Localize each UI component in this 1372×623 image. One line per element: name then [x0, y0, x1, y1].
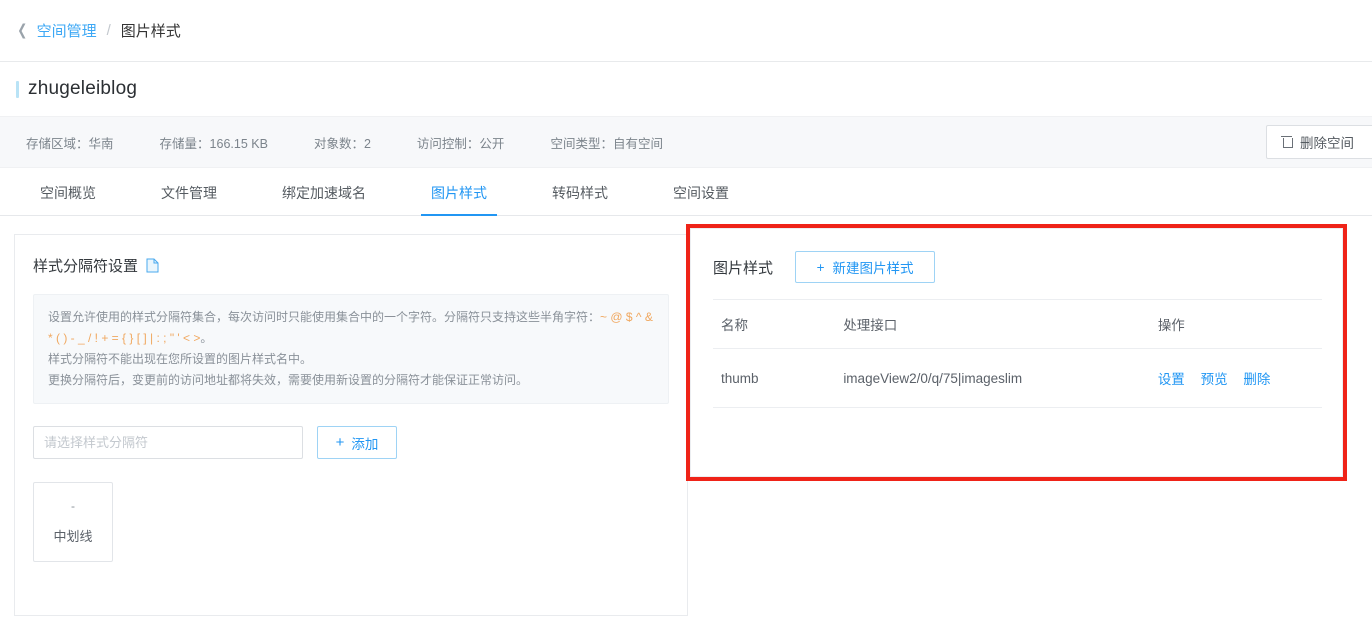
new-image-style-button[interactable]: + 新建图片样式	[795, 251, 936, 283]
image-style-highlight-box: 图片样式 + 新建图片样式 名称 处理接口 操作 thumb imageView…	[686, 224, 1347, 481]
table-head: 名称 处理接口 操作	[713, 299, 1322, 349]
info-value-region: 华南	[88, 136, 114, 151]
page-title: zhugeleiblog	[28, 78, 138, 99]
separator-panel-header: 样式分隔符设置	[33, 255, 669, 276]
info-label-access: 访问控制：	[416, 136, 480, 151]
info-item-region: 存储区域：华南	[26, 133, 114, 152]
image-style-title: 图片样式	[713, 259, 774, 277]
separator-chip-name: 中划线	[53, 528, 93, 544]
info-label-region: 存储区域：	[26, 136, 89, 151]
notice-line-2: * ( ) - _ / ! + = { } [ ] | : ; " ' < >。	[48, 328, 654, 349]
notice-line-1: 设置允许使用的样式分隔符集合，每次访问时只能使用集合中的一个字符。分隔符只支持这…	[48, 307, 654, 328]
separator-notice: 设置允许使用的样式分隔符集合，每次访问时只能使用集合中的一个字符。分隔符只支持这…	[33, 294, 669, 404]
plus-icon: +	[816, 259, 825, 275]
table-row: thumb imageView2/0/q/75|imageslim 设置 预览 …	[713, 348, 1322, 408]
info-label-storage: 存储量：	[159, 136, 210, 151]
info-value-storage: 166.15 KB	[209, 136, 268, 151]
separator-input-row: + 添加	[33, 426, 669, 459]
tab-overview-label: 空间概览	[40, 185, 96, 201]
notice-line-3: 样式分隔符不能出现在您所设置的图片样式名中。	[48, 352, 313, 366]
chevron-left-icon[interactable]: ❮	[17, 23, 27, 38]
bucket-title-row: zhugeleiblog	[0, 62, 1372, 116]
tab-image-style-label: 图片样式	[431, 185, 487, 201]
breadcrumb: ❮ 空间管理 / 图片样式	[0, 0, 1372, 62]
tab-settings[interactable]: 空间设置	[653, 183, 749, 215]
add-separator-button[interactable]: + 添加	[317, 426, 397, 459]
tab-image-style[interactable]: 图片样式	[411, 183, 507, 216]
table-header-row: 名称 处理接口 操作	[713, 299, 1322, 349]
tab-overview[interactable]: 空间概览	[20, 183, 116, 215]
delete-space-label: 删除空间	[1300, 136, 1354, 151]
separator-settings-panel: 样式分隔符设置 设置允许使用的样式分隔符集合，每次访问时只能使用集合中的一个字符…	[14, 234, 688, 616]
separator-chip-dash[interactable]: - 中划线	[33, 482, 113, 562]
info-value-objects: 2	[363, 136, 371, 151]
plus-icon: +	[335, 434, 345, 451]
table-body: thumb imageView2/0/q/75|imageslim 设置 预览 …	[713, 348, 1322, 408]
image-style-panel-header: 图片样式 + 新建图片样式	[713, 245, 1322, 289]
column-header-actions: 操作	[1157, 299, 1322, 349]
new-image-style-label: 新建图片样式	[832, 261, 914, 276]
image-style-table: 名称 处理接口 操作 thumb imageView2/0/q/75|image…	[713, 299, 1322, 408]
info-item-objects: 对象数：2	[314, 133, 371, 152]
notice-line-4: 更换分隔符后，变更前的访问地址都将失效，需要使用新设置的分隔符才能保证正常访问。	[48, 373, 529, 387]
image-style-panel: 图片样式 + 新建图片样式 名称 处理接口 操作 thumb imageView…	[690, 228, 1343, 477]
document-icon[interactable]	[146, 258, 159, 273]
tab-settings-label: 空间设置	[673, 185, 729, 201]
delete-space-button[interactable]: 删除空间	[1266, 125, 1372, 159]
separator-chip-glyph: -	[71, 498, 75, 513]
breadcrumb-link-parent[interactable]: 空间管理	[37, 20, 97, 41]
cell-style-name: thumb	[713, 348, 844, 408]
notice-chars-1: ~ @ $ ^ &	[600, 310, 653, 324]
action-delete-link[interactable]: 删除	[1243, 372, 1270, 387]
info-label-objects: 对象数：	[313, 136, 364, 151]
tab-bar: 空间概览 文件管理 绑定加速域名 图片样式 转码样式 空间设置	[0, 168, 1372, 216]
info-item-type: 空间类型：自有空间	[550, 133, 663, 152]
info-value-access: 公开	[479, 136, 505, 151]
left-panel-bottom-edge	[14, 615, 688, 616]
add-separator-label: 添加	[351, 436, 379, 452]
notice-line-2-suffix: 。	[200, 331, 213, 345]
notice-chars-2: * ( ) - _ / ! + = { } [ ] | : ; " ' < >	[48, 331, 201, 345]
tab-domains-label: 绑定加速域名	[282, 185, 366, 201]
column-header-api: 处理接口	[843, 299, 1158, 349]
bucket-info-bar: 存储区域：华南 存储量：166.15 KB 对象数：2 访问控制：公开 空间类型…	[0, 116, 1372, 168]
cell-style-api: imageView2/0/q/75|imageslim	[843, 348, 1158, 408]
page-root: ❮ 空间管理 / 图片样式 zhugeleiblog 存储区域：华南 存储量：1…	[0, 0, 1372, 623]
tab-transcode-style-label: 转码样式	[552, 185, 608, 201]
tab-files-label: 文件管理	[161, 185, 217, 201]
info-value-type: 自有空间	[612, 136, 663, 151]
separator-input[interactable]	[33, 426, 303, 459]
action-settings-link[interactable]: 设置	[1158, 372, 1185, 387]
info-item-access: 访问控制：公开	[417, 133, 505, 152]
action-preview-link[interactable]: 预览	[1201, 372, 1228, 387]
content-area: 样式分隔符设置 设置允许使用的样式分隔符集合，每次访问时只能使用集合中的一个字符…	[0, 216, 1372, 616]
title-accent-bar	[16, 80, 19, 98]
cell-actions: 设置 预览 删除	[1157, 348, 1322, 408]
trash-icon	[1281, 136, 1293, 148]
breadcrumb-separator: /	[106, 22, 111, 39]
notice-line-1-text: 设置允许使用的样式分隔符集合，每次访问时只能使用集合中的一个字符。分隔符只支持这…	[48, 310, 601, 324]
breadcrumb-current: 图片样式	[120, 23, 181, 40]
info-item-storage: 存储量：166.15 KB	[160, 133, 268, 152]
separator-panel-title: 样式分隔符设置	[33, 258, 139, 275]
column-header-name: 名称	[713, 299, 844, 349]
tab-transcode-style[interactable]: 转码样式	[532, 183, 628, 215]
tab-domains[interactable]: 绑定加速域名	[262, 183, 386, 215]
info-label-type: 空间类型：	[550, 136, 613, 151]
tab-files[interactable]: 文件管理	[141, 183, 237, 215]
